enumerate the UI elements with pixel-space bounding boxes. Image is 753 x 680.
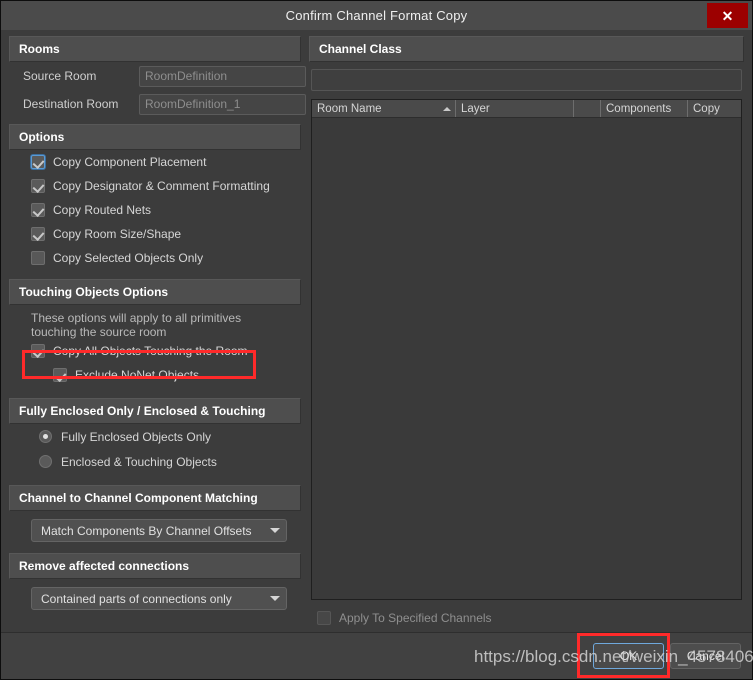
destination-room-label: Destination Room	[23, 97, 119, 111]
dialog-title: Confirm Channel Format Copy	[285, 8, 468, 23]
source-room-input[interactable]	[139, 65, 306, 87]
touching-objects-note: These options will apply to all primitiv…	[31, 311, 242, 339]
chevron-down-icon	[270, 596, 280, 601]
ok-button[interactable]: OK	[593, 643, 664, 669]
radio-label: Fully Enclosed Objects Only	[61, 429, 212, 444]
column-label: Components	[606, 102, 672, 115]
dialog-footer: OK Cancel	[1, 632, 752, 679]
checkbox-label: Copy Room Size/Shape	[53, 227, 182, 241]
checkbox-icon[interactable]	[31, 344, 45, 358]
right-panel: Channel Class Room Name Layer Components…	[309, 36, 744, 632]
dialog-body: Rooms Source Room Destination Room Optio…	[1, 30, 752, 632]
apply-to-specified-channels-row[interactable]: Apply To Specified Channels	[309, 604, 744, 632]
checkbox-icon[interactable]	[31, 155, 45, 169]
remove-connections-dropdown-wrap: Contained parts of connections only	[9, 579, 301, 610]
table-body-empty[interactable]	[312, 118, 741, 599]
source-room-row: Source Room	[9, 62, 306, 90]
channel-class-table: Room Name Layer Components Copy	[311, 99, 742, 600]
destination-room-input[interactable]	[139, 93, 306, 115]
checkbox-copy-designator-comment-formatting[interactable]: Copy Designator & Comment Formatting	[9, 174, 301, 198]
checkbox-label: Copy Designator & Comment Formatting	[53, 179, 270, 193]
component-matching-dropdown[interactable]: Match Components By Channel Offsets	[31, 519, 287, 542]
destination-room-row: Destination Room	[9, 90, 306, 118]
checkbox-copy-room-size-shape[interactable]: Copy Room Size/Shape	[9, 222, 301, 246]
rooms-group-header: Rooms	[9, 36, 301, 62]
checkbox-copy-routed-nets[interactable]: Copy Routed Nets	[9, 198, 301, 222]
radio-label: Enclosed & Touching Objects	[61, 454, 217, 469]
remove-connections-dropdown[interactable]: Contained parts of connections only	[31, 587, 287, 610]
component-matching-group-header: Channel to Channel Component Matching	[9, 485, 301, 511]
checkbox-label: Copy All Objects Touching the Room	[53, 344, 248, 358]
checkbox-icon[interactable]	[53, 368, 67, 382]
sort-ascending-icon	[443, 106, 451, 111]
checkbox-icon[interactable]	[31, 251, 45, 265]
title-bar: Confirm Channel Format Copy ✕	[1, 1, 752, 30]
source-room-label: Source Room	[23, 69, 97, 83]
fully-enclosed-group-header: Fully Enclosed Only / Enclosed & Touchin…	[9, 398, 301, 424]
left-panel: Rooms Source Room Destination Room Optio…	[9, 36, 306, 632]
radio-icon[interactable]	[39, 455, 52, 468]
checkbox-copy-all-objects-touching-room[interactable]: Copy All Objects Touching the Room	[9, 339, 301, 363]
dropdown-value: Contained parts of connections only	[41, 591, 232, 606]
column-header-components[interactable]: Components	[601, 100, 688, 117]
close-icon[interactable]: ✕	[707, 3, 748, 28]
radio-enclosed-and-touching-objects[interactable]: Enclosed & Touching Objects	[9, 449, 301, 474]
checkbox-icon[interactable]	[31, 179, 45, 193]
column-label: Copy	[693, 102, 720, 115]
column-header-room-name[interactable]: Room Name	[312, 100, 456, 117]
options-group-header: Options	[9, 124, 301, 150]
checkbox-label: Copy Selected Objects Only	[53, 251, 204, 265]
checkbox-copy-selected-objects-only[interactable]: Copy Selected Objects Only	[9, 246, 301, 270]
touching-objects-group-header: Touching Objects Options	[9, 279, 301, 305]
column-header-blank[interactable]	[574, 100, 601, 117]
checkbox-label: Copy Routed Nets	[53, 203, 152, 217]
remove-connections-group-header: Remove affected connections	[9, 553, 301, 579]
checkbox-label: Copy Component Placement	[53, 155, 207, 169]
checkbox-exclude-nonet-objects[interactable]: Exclude NoNet Objects	[9, 363, 301, 387]
component-matching-dropdown-wrap: Match Components By Channel Offsets	[9, 511, 301, 542]
checkbox-label: Apply To Specified Channels	[339, 611, 492, 625]
column-header-copy[interactable]: Copy	[688, 100, 738, 117]
channel-class-group-header: Channel Class	[309, 36, 744, 62]
column-label: Room Name	[317, 102, 382, 115]
column-label: Layer	[461, 102, 490, 115]
checkbox-label: Exclude NoNet Objects	[75, 368, 200, 382]
radio-fully-enclosed-objects-only[interactable]: Fully Enclosed Objects Only	[9, 424, 301, 449]
table-header-row: Room Name Layer Components Copy	[312, 100, 741, 118]
chevron-down-icon	[270, 528, 280, 533]
checkbox-icon[interactable]	[317, 611, 331, 625]
cancel-button[interactable]: Cancel	[670, 643, 741, 669]
channel-class-filter-input[interactable]	[311, 69, 742, 91]
dropdown-value: Match Components By Channel Offsets	[41, 523, 252, 538]
radio-icon[interactable]	[39, 430, 52, 443]
column-header-layer[interactable]: Layer	[456, 100, 574, 117]
checkbox-icon[interactable]	[31, 203, 45, 217]
checkbox-copy-component-placement[interactable]: Copy Component Placement	[9, 150, 301, 174]
confirm-channel-format-copy-dialog: Confirm Channel Format Copy ✕ Rooms Sour…	[0, 0, 753, 680]
checkbox-icon[interactable]	[31, 227, 45, 241]
